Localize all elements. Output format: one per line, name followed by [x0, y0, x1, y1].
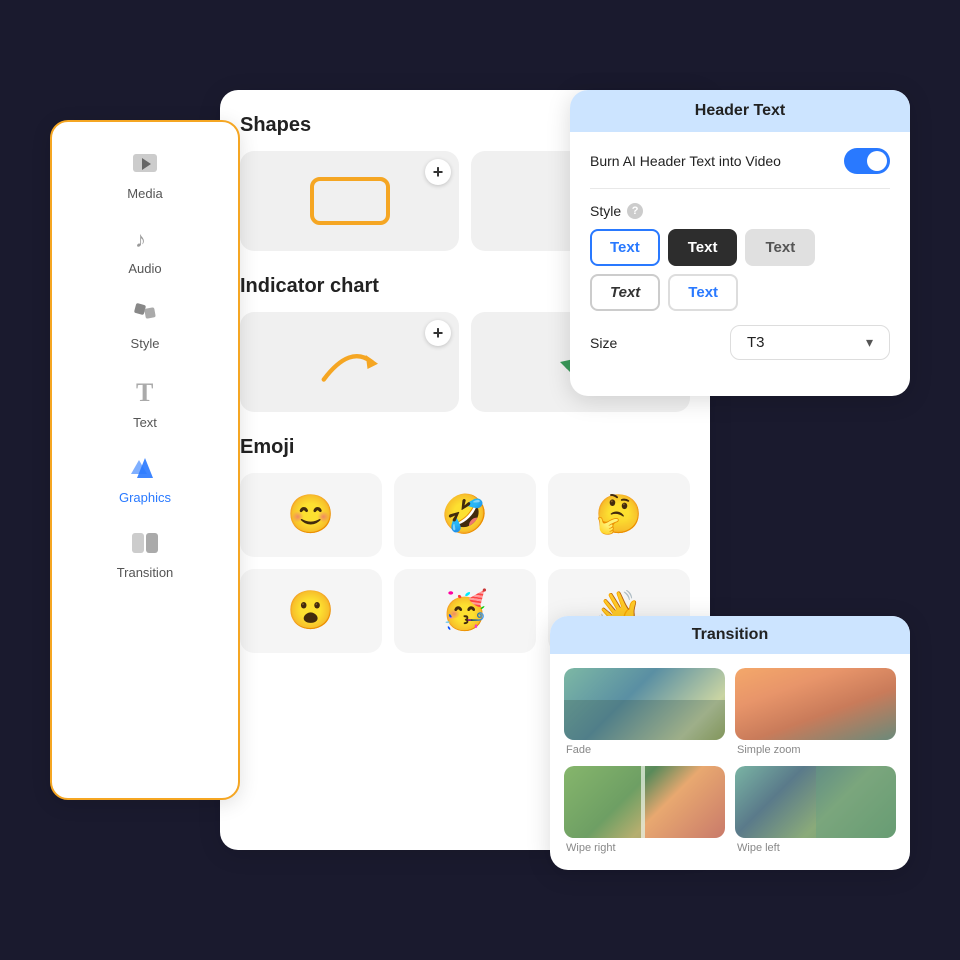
indicator-add-button[interactable]: + [425, 320, 451, 346]
style-icon [131, 300, 159, 332]
audio-icon: ♪ [131, 225, 159, 257]
transition-thumb-zoom [735, 668, 896, 740]
burn-label: Burn AI Header Text into Video [590, 153, 781, 169]
sidebar-item-transition[interactable]: Transition [75, 521, 215, 588]
size-chevron-icon: ▾ [866, 334, 873, 351]
transition-item-fade[interactable]: Fade [564, 668, 725, 756]
transition-icon [130, 529, 160, 561]
emoji-item-4[interactable]: 🥳 [394, 569, 536, 653]
emoji-item-2[interactable]: 🤔 [548, 473, 690, 557]
header-text-popup-header: Header Text [570, 90, 910, 132]
style-btn-blue[interactable]: Text [668, 274, 738, 311]
transition-thumb-wipe-left [735, 766, 896, 838]
media-icon [131, 150, 159, 182]
style-btn-dark[interactable]: Text [668, 229, 738, 266]
emoji-item-3[interactable]: 😮 [240, 569, 382, 653]
sidebar: Media ♪ Audio Style [50, 120, 240, 800]
transition-popup-header: Transition [550, 616, 910, 654]
size-select[interactable]: T3 ▾ [730, 325, 890, 360]
text-icon: T [131, 375, 159, 411]
transition-item-wipe-right[interactable]: Wipe right [564, 766, 725, 854]
sidebar-item-media[interactable]: Media [75, 142, 215, 209]
emoji-item-1[interactable]: 🤣 [394, 473, 536, 557]
burn-row: Burn AI Header Text into Video [590, 148, 890, 189]
style-options: Text Text Text Text Text [590, 229, 890, 311]
style-btn-plain[interactable]: Text [590, 229, 660, 266]
transition-thumb-wipe-right [564, 766, 725, 838]
style-help-icon[interactable]: ? [627, 203, 643, 219]
transition-item-wipe-left[interactable]: Wipe left [735, 766, 896, 854]
sidebar-item-audio[interactable]: ♪ Audio [75, 217, 215, 284]
size-row: Size T3 ▾ [590, 325, 890, 360]
style-btn-outline[interactable]: Text [590, 274, 660, 311]
transition-label-wipe-left: Wipe left [735, 842, 896, 854]
shape-rect-icon [310, 177, 390, 225]
sidebar-item-style[interactable]: Style [75, 292, 215, 359]
indicator-item-arrow-right[interactable]: + [240, 312, 459, 412]
size-label: Size [590, 335, 617, 351]
sidebar-item-text-label: Text [133, 415, 157, 430]
header-text-title: Header Text [695, 102, 785, 119]
sidebar-item-audio-label: Audio [128, 261, 161, 276]
shape-add-button[interactable]: + [425, 159, 451, 185]
transition-thumb-fade [564, 668, 725, 740]
svg-text:♪: ♪ [135, 227, 146, 252]
sidebar-item-graphics-label: Graphics [119, 490, 171, 505]
sidebar-item-style-label: Style [131, 336, 160, 351]
svg-text:T: T [136, 378, 153, 407]
style-btn-gray[interactable]: Text [745, 229, 815, 266]
header-text-popup-body: Burn AI Header Text into Video Style ? T… [570, 132, 910, 376]
transition-item-simple-zoom[interactable]: Simple zoom [735, 668, 896, 756]
header-text-popup: Header Text Burn AI Header Text into Vid… [570, 90, 910, 396]
transition-label-wipe-right: Wipe right [564, 842, 725, 854]
sidebar-item-media-label: Media [127, 186, 162, 201]
transitions-grid: Fade Simple zoom Wipe right Wipe left [550, 654, 910, 854]
transition-popup: Transition Fade Simple zoom Wipe right W… [550, 616, 910, 870]
size-value: T3 [747, 334, 765, 351]
sidebar-item-graphics[interactable]: Graphics [75, 446, 215, 513]
emoji-item-0[interactable]: 😊 [240, 473, 382, 557]
transition-popup-title: Transition [692, 626, 768, 643]
sidebar-item-text[interactable]: T Text [75, 367, 215, 438]
shape-item-rect[interactable]: + [240, 151, 459, 251]
transition-label-zoom: Simple zoom [735, 744, 896, 756]
sidebar-item-transition-label: Transition [117, 565, 174, 580]
arrow-right-svg [315, 332, 385, 392]
graphics-icon [129, 454, 161, 486]
style-row: Style ? Text Text Text Text Text [590, 203, 890, 311]
transition-label-fade: Fade [564, 744, 725, 756]
burn-toggle[interactable] [844, 148, 890, 174]
style-label: Style ? [590, 203, 890, 219]
emoji-section-title: Emoji [240, 436, 690, 459]
